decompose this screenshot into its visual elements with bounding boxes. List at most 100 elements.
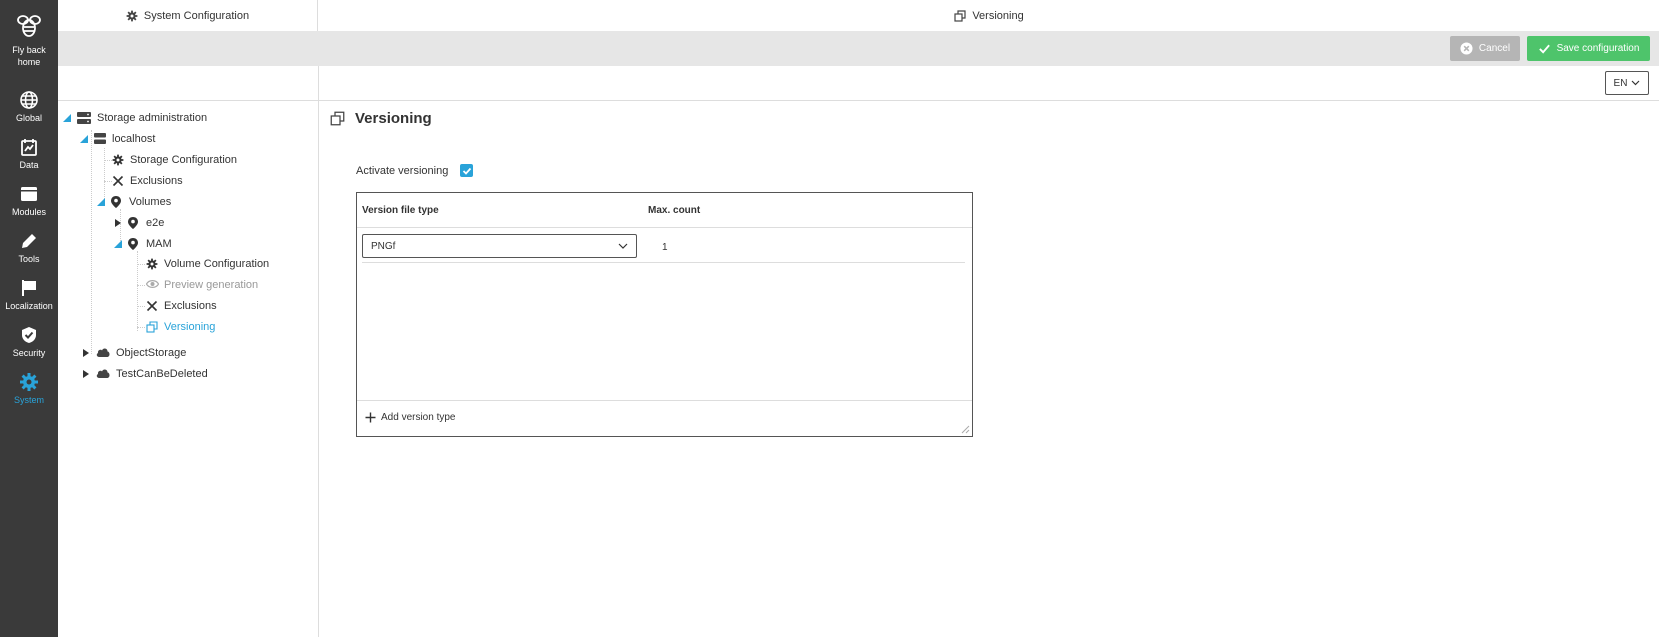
gear-icon (126, 10, 138, 22)
plus-icon (365, 412, 376, 423)
tree-label: ObjectStorage (116, 347, 187, 359)
tree-item-storage-administration[interactable]: Storage administration (63, 109, 207, 127)
header-system-configuration: System Configuration (58, 0, 318, 31)
close-circle-icon (1460, 42, 1473, 55)
cancel-button[interactable]: Cancel (1450, 36, 1520, 61)
rail-item-tools[interactable]: Tools (0, 231, 58, 265)
tree-item-volumes[interactable]: Volumes (97, 193, 171, 211)
tree-label: Storage administration (97, 112, 208, 124)
close-icon (146, 300, 158, 312)
data-icon (19, 137, 39, 157)
tree-item-testcanbedeleted[interactable]: TestCanBeDeleted (82, 365, 208, 383)
activate-versioning-label: Activate versioning (356, 164, 449, 177)
server-icon (94, 133, 106, 145)
rail-localization-label: Localization (5, 301, 53, 311)
version-file-type-value: PNGf (371, 240, 396, 252)
language-select[interactable]: EN (1605, 71, 1649, 95)
tree-label: Exclusions (164, 300, 217, 312)
rail-item-localization[interactable]: Localization (0, 278, 58, 312)
gear-icon (146, 258, 158, 270)
map-marker-icon (128, 217, 140, 229)
tree-item-mam[interactable]: MAM (114, 235, 172, 253)
tree-label: Volume Configuration (164, 258, 270, 270)
tree-label: Preview generation (164, 279, 259, 291)
header-versioning: Versioning (319, 0, 1659, 31)
max-count-value[interactable]: 1 (662, 242, 668, 253)
expanded-triangle-icon[interactable] (63, 114, 71, 122)
collapsed-triangle-icon[interactable] (82, 349, 90, 357)
tree-label: Storage Configuration (130, 154, 238, 166)
rail-item-system[interactable]: System (0, 372, 58, 406)
header-right-title: Versioning (972, 9, 1024, 22)
rail-item-home[interactable]: Fly back home (0, 10, 58, 68)
rail-home-label-2: home (17, 57, 41, 67)
expanded-triangle-icon[interactable] (97, 198, 105, 206)
tree-item-mam-exclusions[interactable]: Exclusions (146, 297, 217, 315)
tree-label: Volumes (129, 196, 172, 208)
column-header-max-count: Max. count (648, 205, 701, 216)
tree-item-e2e[interactable]: e2e (114, 214, 164, 232)
activate-versioning-checkbox[interactable] (460, 164, 474, 177)
close-icon (112, 175, 124, 187)
rail-tools-label: Tools (18, 254, 40, 264)
tree-item-exclusions[interactable]: Exclusions (112, 172, 183, 190)
tree-guide (137, 251, 138, 331)
table-header: Version file type Max. count (357, 193, 972, 228)
version-types-table: Version file type Max. count PNGf 1 Add … (356, 192, 973, 437)
tree-label: e2e (146, 217, 165, 229)
server-icon (77, 112, 91, 124)
gear-icon (112, 154, 124, 166)
gear-icon (19, 372, 39, 392)
add-version-type-label: Add version type (381, 412, 456, 423)
nav-rail: Fly back home Global Data Modules Tools … (0, 0, 58, 637)
tree-label: localhost (112, 133, 156, 145)
tree-guide (137, 285, 145, 286)
tree-item-versioning[interactable]: Versioning (146, 318, 215, 336)
collapsed-triangle-icon[interactable] (82, 370, 90, 378)
globe-icon (19, 90, 39, 110)
tree-label: MAM (146, 238, 172, 250)
map-marker-icon (128, 238, 140, 250)
chevron-down-icon (618, 243, 628, 249)
pencil-icon (19, 231, 39, 251)
version-file-type-select[interactable]: PNGf (362, 234, 637, 258)
rail-item-security[interactable]: Security (0, 325, 58, 359)
tree-label: Versioning (164, 321, 216, 333)
copy-icon (146, 321, 158, 333)
tree-item-objectstorage[interactable]: ObjectStorage (82, 344, 186, 362)
rail-modules-label: Modules (11, 207, 47, 217)
cancel-label: Cancel (1478, 43, 1511, 54)
tree-item-localhost[interactable]: localhost (80, 130, 155, 148)
modules-icon (19, 184, 39, 204)
expanded-triangle-icon[interactable] (80, 135, 88, 143)
cloud-icon (96, 347, 110, 359)
rail-item-modules[interactable]: Modules (0, 184, 58, 218)
tree-guide (137, 306, 145, 307)
rail-item-global[interactable]: Global (0, 90, 58, 124)
tree-item-preview-generation[interactable]: Preview generation (146, 276, 258, 294)
rail-security-label: Security (12, 348, 46, 358)
tree-guide (91, 130, 92, 354)
column-header-version-file-type: Version file type (362, 205, 439, 216)
rail-item-data[interactable]: Data (0, 137, 58, 171)
flag-icon (19, 278, 39, 298)
table-footer: Add version type (357, 400, 972, 436)
resize-handle-icon[interactable] (961, 425, 970, 434)
divider (58, 100, 1659, 101)
tree-label: Exclusions (130, 175, 183, 187)
check-icon (1538, 42, 1551, 55)
tree-item-storage-configuration[interactable]: Storage Configuration (112, 151, 237, 169)
tree-guide (137, 264, 145, 265)
tree-item-volume-configuration[interactable]: Volume Configuration (146, 255, 269, 273)
expanded-triangle-icon[interactable] (114, 240, 122, 248)
divider (318, 66, 319, 637)
eye-icon (146, 279, 159, 291)
copy-icon (954, 9, 966, 22)
collapsed-triangle-icon[interactable] (114, 219, 122, 227)
add-version-type-button[interactable]: Add version type (365, 412, 456, 423)
save-configuration-button[interactable]: Save configuration (1527, 36, 1650, 61)
save-label: Save configuration (1556, 43, 1640, 54)
tree-guide (137, 327, 145, 328)
bee-icon (13, 10, 45, 42)
table-row: PNGf 1 (362, 229, 965, 263)
